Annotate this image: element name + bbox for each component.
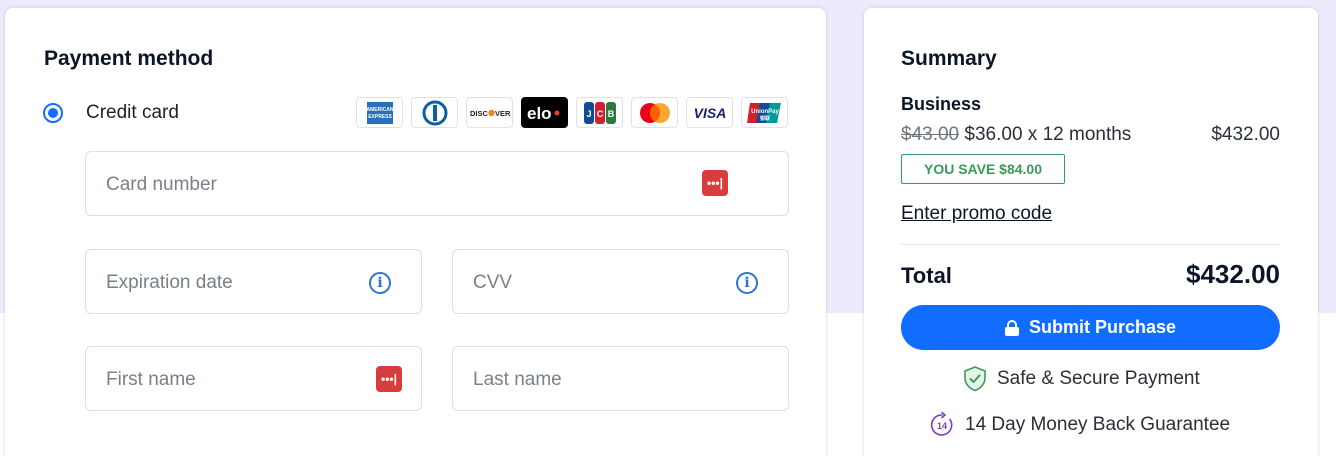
visa-icon: VISA (686, 97, 733, 128)
svg-text:UnionPay: UnionPay (751, 109, 779, 115)
promo-code-link[interactable]: Enter promo code (901, 203, 1052, 225)
original-price: $43.00 (901, 124, 960, 145)
summary-title: Summary (901, 47, 997, 70)
svg-text:B: B (607, 109, 614, 119)
price-detail: $43.00 $36.00 x 12 months (901, 124, 1131, 146)
credit-card-radio[interactable] (43, 103, 63, 123)
card-number-field[interactable]: Card number •••| (85, 151, 789, 216)
plan-name: Business (901, 94, 982, 114)
password-manager-icon[interactable]: •••| (376, 366, 402, 392)
svg-text:DISC: DISC (470, 109, 489, 118)
total-value: $432.00 (1186, 259, 1280, 289)
submit-purchase-label: Submit Purchase (1028, 317, 1177, 337)
discover-icon: DISC VER (466, 97, 513, 128)
refresh-14-day-icon: 14 (930, 412, 953, 436)
jcb-icon: JCB (576, 97, 623, 128)
summary-card: Summary Business $43.00 $36.00 x 12 mont… (864, 8, 1318, 456)
svg-text:EXPRESS: EXPRESS (368, 114, 392, 120)
secure-payment-text: Safe & Secure Payment (997, 368, 1200, 389)
credit-card-label[interactable]: Credit card (86, 102, 179, 124)
svg-text:elo: elo (527, 104, 552, 123)
elo-icon: elo (521, 97, 568, 128)
cvv-info-icon[interactable]: i (736, 272, 758, 294)
svg-text:C: C (596, 109, 603, 119)
lock-icon (1004, 319, 1019, 336)
amex-icon: AMERICAN EXPRESS (356, 97, 403, 128)
card-number-placeholder: Card number (106, 174, 217, 195)
cvv-field[interactable]: CVV i (452, 249, 789, 314)
payment-method-card: Payment method Credit card AMERICAN EXPRE… (5, 8, 826, 456)
first-name-field[interactable]: First name •••| (85, 346, 422, 411)
expiration-date-field[interactable]: Expiration date i (85, 249, 422, 314)
guarantee-day-count: 14 (937, 421, 947, 431)
expiration-info-icon[interactable]: i (369, 272, 391, 294)
secure-payment-note: Safe & Secure Payment (963, 366, 1200, 392)
svg-text:VISA: VISA (693, 105, 726, 121)
diners-club-icon (411, 97, 458, 128)
total-label: Total (901, 263, 952, 288)
svg-text:VER: VER (495, 109, 510, 118)
divider (901, 244, 1280, 245)
svg-text:银联: 银联 (758, 115, 769, 122)
mastercard-icon (631, 97, 678, 128)
discounted-price-detail: $36.00 x 12 months (964, 124, 1132, 145)
savings-badge: YOU SAVE $84.00 (901, 154, 1065, 184)
first-name-placeholder: First name (106, 369, 196, 390)
last-name-field[interactable]: Last name (452, 346, 789, 411)
unionpay-icon: UnionPay 银联 (741, 97, 788, 128)
password-manager-icon[interactable]: •••| (702, 170, 728, 196)
payment-method-title: Payment method (44, 47, 214, 70)
card-brand-logos: AMERICAN EXPRESS DISC VER elo JCB VISA Uni… (356, 97, 788, 128)
money-back-guarantee-note: 14 14 Day Money Back Guarantee (929, 412, 1230, 438)
submit-purchase-button[interactable]: Submit Purchase (901, 305, 1280, 350)
shield-check-icon (964, 366, 986, 392)
expiration-date-placeholder: Expiration date (106, 272, 233, 293)
cvv-placeholder: CVV (473, 272, 513, 293)
last-name-placeholder: Last name (473, 369, 562, 390)
line-item-total: $432.00 (1211, 124, 1280, 145)
svg-text:AMERICAN: AMERICAN (367, 107, 393, 113)
svg-text:J: J (586, 109, 591, 119)
money-back-guarantee-text: 14 Day Money Back Guarantee (965, 414, 1231, 435)
